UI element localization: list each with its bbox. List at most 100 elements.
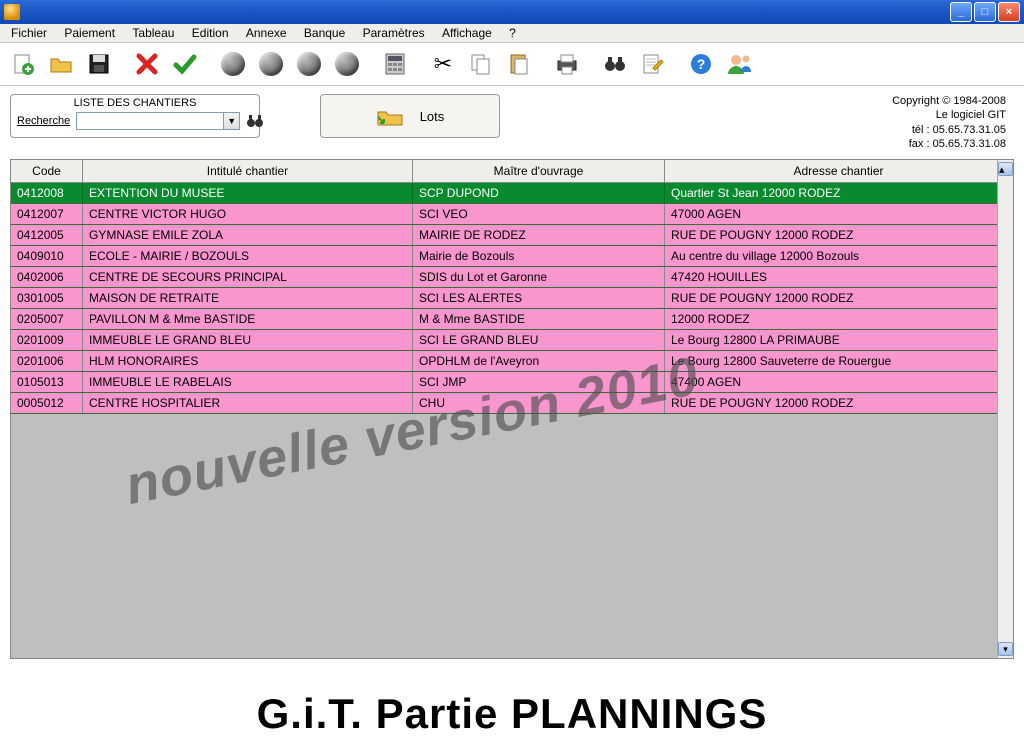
delete-x-icon bbox=[135, 52, 159, 76]
calculator-button[interactable] bbox=[378, 47, 412, 81]
sphere2-button[interactable] bbox=[254, 47, 288, 81]
cell-adresse: Le Bourg 12800 Sauveterre de Rouergue bbox=[665, 351, 1013, 371]
cell-adresse: 47420 HOUILLES bbox=[665, 267, 1013, 287]
open-folder-icon bbox=[49, 52, 73, 76]
new-button[interactable] bbox=[6, 47, 40, 81]
table-row[interactable]: 0402006CENTRE DE SECOURS PRINCIPALSDIS d… bbox=[11, 267, 1013, 288]
table-row[interactable]: 0301005MAISON DE RETRAITESCI LES ALERTES… bbox=[11, 288, 1013, 309]
table-row[interactable]: 0409010ECOLE - MAIRIE / BOZOULSMairie de… bbox=[11, 246, 1013, 267]
print-button[interactable] bbox=[550, 47, 584, 81]
edit-button[interactable] bbox=[636, 47, 670, 81]
cell-code: 0412007 bbox=[11, 204, 83, 224]
delete-button[interactable] bbox=[130, 47, 164, 81]
cell-intitule: EXTENTION DU MUSEE bbox=[83, 183, 413, 203]
search-panel-title: LISTE DES CHANTIERS bbox=[17, 97, 253, 109]
save-button[interactable] bbox=[82, 47, 116, 81]
sphere-icon bbox=[259, 52, 283, 76]
table-row[interactable]: 0412007CENTRE VICTOR HUGOSCI VEO 47000 A… bbox=[11, 204, 1013, 225]
cell-adresse: Le Bourg 12800 LA PRIMAUBE bbox=[665, 330, 1013, 350]
copy-button[interactable] bbox=[464, 47, 498, 81]
menu-edition[interactable]: Edition bbox=[185, 24, 236, 42]
menu-help[interactable]: ? bbox=[502, 24, 523, 42]
save-disk-icon bbox=[87, 52, 111, 76]
cell-adresse: 12000 RODEZ bbox=[665, 309, 1013, 329]
col-header-intitule[interactable]: Intitulé chantier bbox=[83, 160, 413, 182]
cell-intitule: IMMEUBLE LE RABELAIS bbox=[83, 372, 413, 392]
menu-banque[interactable]: Banque bbox=[297, 24, 352, 42]
table-row[interactable]: 0201009IMMEUBLE LE GRAND BLEUSCI LE GRAN… bbox=[11, 330, 1013, 351]
cell-code: 0412005 bbox=[11, 225, 83, 245]
app-icon bbox=[4, 4, 20, 20]
sphere1-button[interactable] bbox=[216, 47, 250, 81]
cell-intitule: HLM HONORAIRES bbox=[83, 351, 413, 371]
table-row[interactable]: 0412008EXTENTION DU MUSEESCP DUPONDQuart… bbox=[11, 183, 1013, 204]
vertical-scrollbar[interactable]: ▴ ▾ bbox=[997, 160, 1013, 658]
user-support-button[interactable] bbox=[722, 47, 756, 81]
cell-maitre: SCI LE GRAND BLEU bbox=[413, 330, 665, 350]
sphere3-button[interactable] bbox=[292, 47, 326, 81]
cell-code: 0201006 bbox=[11, 351, 83, 371]
find-button[interactable] bbox=[598, 47, 632, 81]
cell-adresse: 47000 AGEN bbox=[665, 204, 1013, 224]
scroll-down-button[interactable]: ▾ bbox=[998, 642, 1013, 656]
check-icon bbox=[173, 52, 197, 76]
cut-button[interactable]: ✂ bbox=[426, 47, 460, 81]
menu-fichier[interactable]: Fichier bbox=[4, 24, 54, 42]
table-row[interactable]: 0105013IMMEUBLE LE RABELAISSCI JMP 47400… bbox=[11, 372, 1013, 393]
bottom-title: G.i.T. Partie PLANNINGS bbox=[11, 690, 1013, 738]
table-row[interactable]: 0412005GYMNASE EMILE ZOLAMAIRIE DE RODEZ… bbox=[11, 225, 1013, 246]
cell-intitule: MAISON DE RETRAITE bbox=[83, 288, 413, 308]
minimize-button[interactable]: _ bbox=[950, 2, 972, 22]
binoculars-icon bbox=[603, 54, 627, 74]
copyright-line: fax : 05.65.73.31.08 bbox=[892, 137, 1006, 151]
sphere-icon bbox=[335, 52, 359, 76]
edit-note-icon bbox=[641, 52, 665, 76]
lots-button[interactable]: Lots bbox=[320, 94, 500, 138]
col-header-code[interactable]: Code bbox=[11, 160, 83, 182]
search-combo[interactable]: ▼ bbox=[76, 112, 240, 130]
cell-intitule: CENTRE DE SECOURS PRINCIPAL bbox=[83, 267, 413, 287]
scroll-up-button[interactable]: ▴ bbox=[998, 162, 1013, 176]
col-header-adresse[interactable]: Adresse chantier bbox=[665, 160, 1013, 182]
menu-annexe[interactable]: Annexe bbox=[239, 24, 294, 42]
close-button[interactable]: × bbox=[998, 2, 1020, 22]
maximize-button[interactable]: □ bbox=[974, 2, 996, 22]
validate-button[interactable] bbox=[168, 47, 202, 81]
cell-adresse: RUE DE POUGNY 12000 RODEZ bbox=[665, 288, 1013, 308]
cell-adresse: 47400 AGEN bbox=[665, 372, 1013, 392]
table-row[interactable]: 0205007PAVILLON M & Mme BASTIDEM & Mme B… bbox=[11, 309, 1013, 330]
menu-parametres[interactable]: Paramètres bbox=[356, 24, 432, 42]
sphere-icon bbox=[297, 52, 321, 76]
menu-tableau[interactable]: Tableau bbox=[125, 24, 181, 42]
cell-maitre: MAIRIE DE RODEZ bbox=[413, 225, 665, 245]
copyright-block: Copyright © 1984-2008 Le logiciel GIT té… bbox=[892, 94, 1014, 151]
header-panel: LISTE DES CHANTIERS Recherche ▼ Lots Cop… bbox=[0, 86, 1024, 159]
sphere4-button[interactable] bbox=[330, 47, 364, 81]
cell-maitre: SCI JMP bbox=[413, 372, 665, 392]
copyright-line: tél : 05.65.73.31.05 bbox=[892, 123, 1006, 137]
table-body: 0412008EXTENTION DU MUSEESCP DUPONDQuart… bbox=[11, 183, 1013, 414]
menu-paiement[interactable]: Paiement bbox=[57, 24, 122, 42]
search-panel: LISTE DES CHANTIERS Recherche ▼ bbox=[10, 94, 260, 138]
table-row[interactable]: 0005012CENTRE HOSPITALIERCHURUE DE POUGN… bbox=[11, 393, 1013, 414]
calculator-icon bbox=[384, 52, 406, 76]
chevron-down-icon[interactable]: ▼ bbox=[224, 112, 240, 130]
table-row[interactable]: 0201006HLM HONORAIRESOPDHLM de l'Aveyron… bbox=[11, 351, 1013, 372]
cell-adresse: RUE DE POUGNY 12000 RODEZ bbox=[665, 225, 1013, 245]
search-label: Recherche bbox=[17, 115, 70, 127]
col-header-maitre[interactable]: Maître d'ouvrage bbox=[413, 160, 665, 182]
lots-label: Lots bbox=[420, 109, 445, 124]
help-button[interactable]: ? bbox=[684, 47, 718, 81]
menu-affichage[interactable]: Affichage bbox=[435, 24, 499, 42]
cell-maitre: SDIS du Lot et Garonne bbox=[413, 267, 665, 287]
paste-button[interactable] bbox=[502, 47, 536, 81]
cell-code: 0005012 bbox=[11, 393, 83, 413]
cell-intitule: GYMNASE EMILE ZOLA bbox=[83, 225, 413, 245]
open-button[interactable] bbox=[44, 47, 78, 81]
search-input[interactable] bbox=[76, 112, 224, 130]
search-go-button[interactable] bbox=[246, 111, 264, 131]
sphere-icon bbox=[221, 52, 245, 76]
printer-icon bbox=[555, 52, 579, 76]
cell-intitule: CENTRE HOSPITALIER bbox=[83, 393, 413, 413]
cell-intitule: CENTRE VICTOR HUGO bbox=[83, 204, 413, 224]
